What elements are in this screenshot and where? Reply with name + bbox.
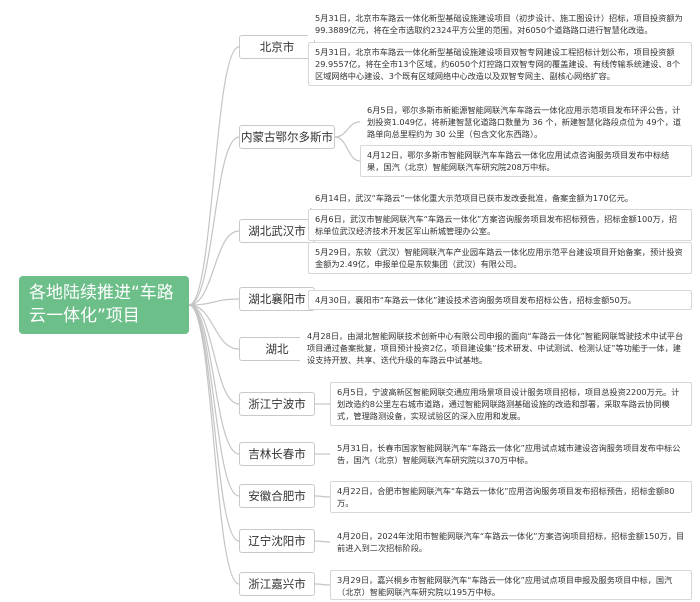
detail-item[interactable]: 4月22日，合肥市智能网联汽车“车路云一体化”应用咨询服务项目发布招标预告，招标… (330, 481, 692, 513)
region-beijing[interactable]: 北京市 (239, 35, 315, 59)
detail-item[interactable]: 5月29日，东软（武汉）智能网联汽车产业园车路云一体化应用示范平台建设项目开始备… (308, 242, 692, 274)
region-hefei[interactable]: 安徽合肥市 (239, 484, 315, 508)
region-to-detail-line (334, 136, 361, 162)
region-to-detail-line (334, 121, 361, 138)
region-jiaxing[interactable]: 浙江嘉兴市 (239, 572, 315, 596)
root-to-region-line (188, 304, 240, 542)
detail-item[interactable]: 5月31日，长春市国家智能网联汽车“车路云一体化”应用试点城市建设咨询服务项目发… (330, 438, 692, 470)
region-to-detail-line (314, 495, 331, 498)
detail-item[interactable]: 6月5日，宁波高新区智能网联交通应用场景项目设计服务项目招标，项目总投资2200… (330, 382, 692, 426)
detail-item[interactable]: 4月20日，2024年沈阳市智能网联汽车“车路云一体化”方案咨询项目招标，招标金… (330, 526, 692, 558)
detail-item[interactable]: 5月31日，北京市车路云一体化新型基础设施建设项目（初步设计、施工图设计）招标，… (308, 8, 692, 40)
detail-item[interactable]: 6月6日，武汉市智能网联汽车“车路云一体化”方案咨询服务项目发布招标预告，招标金… (308, 209, 692, 241)
root-to-region-line (188, 304, 240, 405)
region-shenyang[interactable]: 辽宁沈阳市 (239, 529, 315, 553)
region-to-detail-line (314, 583, 331, 586)
region-ningbo[interactable]: 浙江宁波市 (239, 392, 315, 416)
root-topic[interactable]: 各地陆续推进“车路云一体化”项目 (19, 276, 189, 334)
root-to-region-line (188, 230, 240, 306)
detail-item[interactable]: 5月31日，北京市车路云一体化新型基础设施建设项目双智专网建设工程招标计划公布，… (308, 42, 692, 86)
region-wuhan[interactable]: 湖北武汉市 (239, 219, 315, 243)
detail-item[interactable]: 3月29日，嘉兴桐乡市智能网联汽车“车路云一体化”应用试点项目申报及服务项目中标… (330, 570, 692, 600)
root-to-region-line (188, 136, 240, 306)
detail-item[interactable]: 6月14日，武汉“车路云”一体化重大示范项目已获市发改委批准，备案金额为170亿… (308, 188, 692, 208)
detail-item[interactable]: 4月12日，鄂尔多斯市智能网联汽车车路云一体化应用试点咨询服务项目发布中标结果，… (360, 145, 692, 177)
detail-item[interactable]: 4月28日，由湖北智能网联技术创新中心有限公司申报的面向“车路云一体化”智能网联… (300, 326, 692, 372)
region-xiangyang[interactable]: 湖北襄阳市 (239, 287, 315, 311)
region-ordos[interactable]: 内蒙古鄂尔多斯市 (239, 125, 335, 149)
region-changchun[interactable]: 吉林长春市 (239, 442, 315, 466)
detail-item[interactable]: 6月5日，鄂尔多斯市新能源智能网联汽车车路云一体化应用示范项目发布环评公告，计划… (360, 100, 692, 144)
detail-item[interactable]: 4月30日，襄阳市“车路云一体化”建设技术咨询服务项目发布招标公告，招标金额50… (308, 290, 692, 310)
region-to-detail-line (314, 540, 331, 543)
